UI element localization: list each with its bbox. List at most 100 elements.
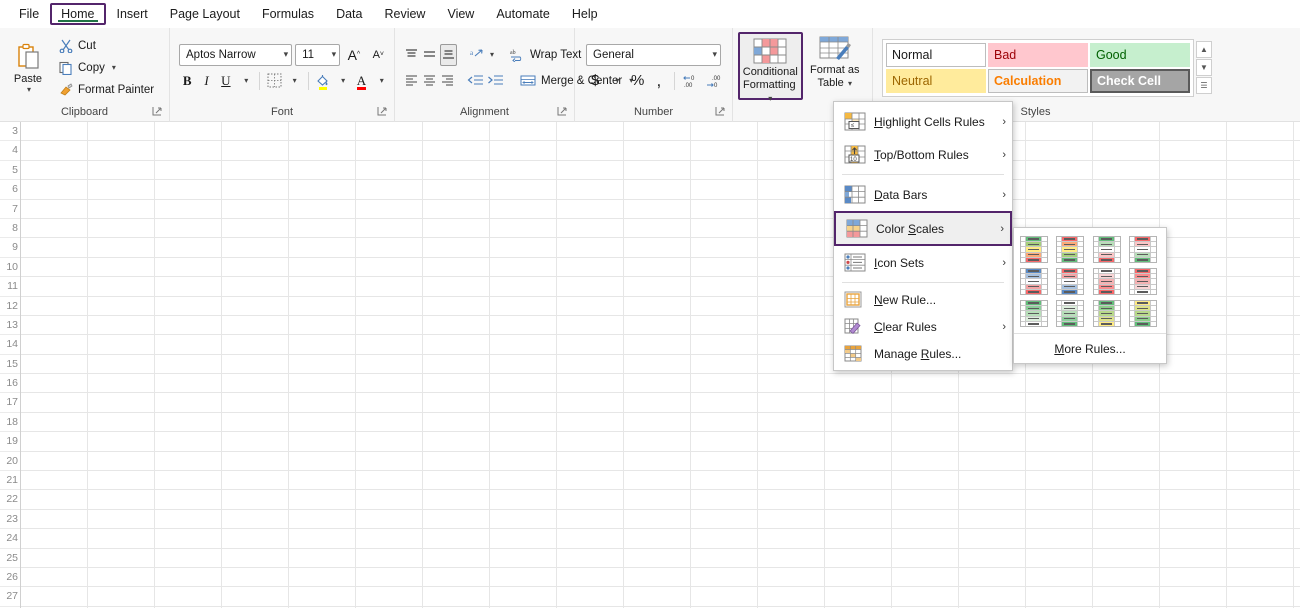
grid-cell[interactable] [356,315,423,335]
grid-cell[interactable] [1093,374,1160,393]
ribbon-tab-review[interactable]: Review [373,3,436,25]
grid-cell[interactable] [423,471,490,490]
grid-cell[interactable] [88,277,155,296]
grid-cell[interactable] [21,567,88,587]
grid-cell[interactable] [758,257,825,277]
row-header[interactable]: 6 [0,180,20,200]
grid-cell[interactable] [356,374,423,393]
grid-cell[interactable] [758,122,825,141]
grid-cell[interactable] [289,257,356,277]
grid-cell[interactable] [222,529,289,548]
grid-cell[interactable] [1227,218,1294,238]
grid-cell[interactable] [1160,471,1227,490]
grid-cell[interactable] [1294,355,1300,373]
grid-cell[interactable] [758,199,825,218]
grid-cell[interactable] [892,509,959,529]
grid-cell[interactable] [289,374,356,393]
grid-cell[interactable] [222,315,289,335]
fill-color-button[interactable] [315,70,331,92]
grid-cell[interactable] [825,529,892,548]
grid-cell[interactable] [490,335,557,354]
grid-cell[interactable] [691,374,758,393]
align-left-icon[interactable] [404,70,419,92]
row-header[interactable]: 16 [0,374,20,394]
grid-cell[interactable] [624,374,691,393]
cell-style-good[interactable]: Good [1090,42,1190,67]
grid-cell[interactable] [490,257,557,277]
grid-cell[interactable] [490,199,557,218]
grid-cell[interactable] [1160,412,1227,432]
grid-cell[interactable] [490,122,557,141]
grid-cell[interactable] [758,218,825,238]
decrease-font-size-button[interactable]: A ˅ [368,44,389,66]
grid-cell[interactable] [289,587,356,606]
grid-cell[interactable] [155,141,222,160]
ribbon-tab-automate[interactable]: Automate [485,3,561,25]
grid-cell[interactable] [289,238,356,257]
grid-cell[interactable] [356,490,423,509]
grid-cell[interactable] [155,354,222,374]
grid-cell[interactable] [624,277,691,296]
grid-cell[interactable] [758,335,825,354]
cell-style-neutral[interactable]: Neutral [886,68,986,93]
grid-cell[interactable] [490,180,557,199]
grid-cell[interactable] [88,490,155,509]
grid-cell[interactable] [557,122,624,141]
grid-cell[interactable] [892,567,959,587]
grid-cell[interactable] [222,180,289,199]
grid-cell[interactable] [1160,277,1227,296]
grid-cell[interactable] [624,471,691,490]
grid-cell[interactable] [21,218,88,238]
grid-cell[interactable] [21,374,88,393]
grid-row[interactable] [21,529,1300,549]
grid-cell[interactable] [1026,374,1093,393]
grid-cell[interactable] [825,587,892,606]
row-header[interactable]: 7 [0,200,20,219]
grid-cell[interactable] [88,122,155,141]
grid-cell[interactable] [1026,393,1093,412]
font-color-dropdown-caret[interactable]: ▾ [373,70,389,92]
grid-cell[interactable] [423,548,490,567]
grid-cell[interactable] [222,509,289,529]
grid-cell[interactable] [222,160,289,180]
grid-cell[interactable] [557,548,624,567]
ribbon-tab-help[interactable]: Help [561,3,609,25]
grid-cell[interactable] [88,451,155,471]
grid-cell[interactable] [557,277,624,296]
grid-cell[interactable] [691,529,758,548]
grid-cell[interactable] [1160,432,1227,451]
grid-cell[interactable] [691,296,758,315]
grid-cell[interactable] [1227,315,1294,335]
grid-cell[interactable] [222,393,289,412]
grid-cell[interactable] [758,548,825,567]
font-color-button[interactable]: A [353,70,369,92]
grid-cell[interactable] [624,548,691,567]
currency-dropdown-caret[interactable]: ▾ [607,70,625,92]
grid-cell[interactable] [1294,277,1300,295]
grid-cell[interactable] [88,141,155,160]
grid-cell[interactable] [691,412,758,432]
grid-cell[interactable] [88,238,155,257]
increase-indent-icon[interactable] [487,70,504,92]
grid-cell[interactable] [624,451,691,471]
font-dialog-launcher[interactable] [377,106,388,117]
grid-cell[interactable] [758,354,825,374]
align-top-icon[interactable] [404,44,419,66]
more-rules-button[interactable]: More Rules... [1014,333,1166,363]
grid-cell[interactable] [1160,315,1227,335]
grid-cell[interactable] [758,374,825,393]
grid-cell[interactable] [624,315,691,335]
grid-cell[interactable] [1227,432,1294,451]
grid-cell[interactable] [1227,141,1294,160]
grid-cell[interactable] [1294,200,1300,218]
grid-cell[interactable] [1026,432,1093,451]
grid-cell[interactable] [155,199,222,218]
grid-cell[interactable] [758,296,825,315]
grid-cell[interactable] [758,587,825,606]
row-header[interactable]: 24 [0,529,20,549]
chevron-down-icon[interactable]: ▾ [280,49,289,60]
grid-cell[interactable] [289,567,356,587]
grid-cell[interactable] [624,122,691,141]
grid-cell[interactable] [88,529,155,548]
grid-cell[interactable] [155,432,222,451]
